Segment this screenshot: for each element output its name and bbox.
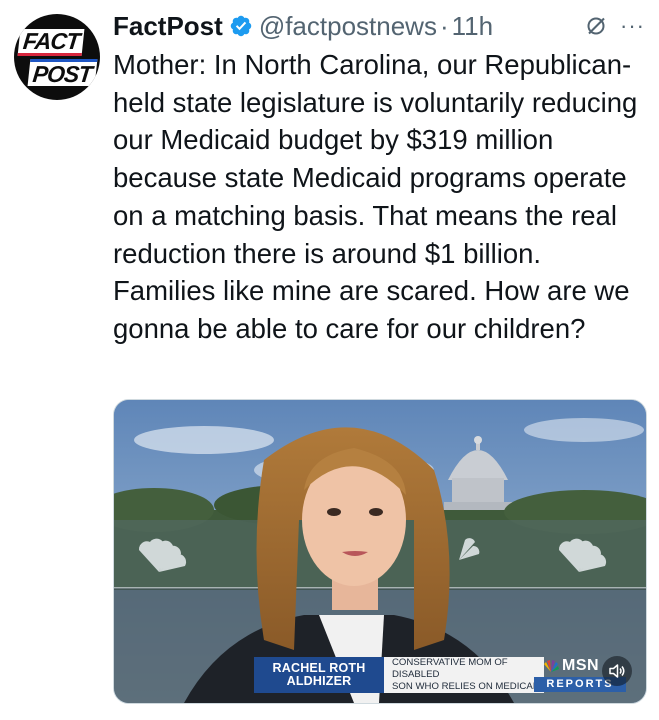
factpost-logo: FACT POST — [14, 14, 100, 100]
tweet-text: Mother: In North Carolina, our Republica… — [113, 49, 638, 344]
tweet-timestamp[interactable]: 11h — [452, 11, 493, 42]
grok-icon[interactable] — [584, 14, 608, 38]
sound-icon — [609, 664, 625, 678]
guest-desc-line1: CONSERVATIVE MOM OF DISABLED — [392, 657, 508, 680]
guest-description: CONSERVATIVE MOM OF DISABLED SON WHO REL… — [384, 657, 544, 693]
separator-dot: · — [439, 10, 449, 41]
guest-desc-line2: SON WHO RELIES ON MEDICAID — [392, 681, 543, 692]
verified-badge-icon — [230, 15, 252, 37]
peacock-icon — [544, 660, 559, 672]
more-icon[interactable]: ··· — [620, 13, 645, 39]
avatar[interactable]: FACT POST — [14, 14, 100, 100]
logo-word-fact: FACT — [17, 28, 85, 56]
network-name: MSN — [562, 657, 600, 674]
video-player[interactable]: RACHEL ROTH ALDHIZER CONSERVATIVE MOM OF… — [113, 399, 647, 704]
lower-third: RACHEL ROTH ALDHIZER CONSERVATIVE MOM OF… — [254, 657, 544, 693]
guest-name-line2: ALDHIZER — [286, 674, 352, 688]
guest-name: RACHEL ROTH ALDHIZER — [254, 657, 384, 693]
logo-word-post: POST — [27, 58, 97, 87]
sound-button[interactable] — [602, 656, 632, 686]
account-handle[interactable]: @factpostnews — [259, 11, 437, 42]
tweet-header: FactPost @factpostnews · 11h ··· — [113, 8, 645, 44]
account-name[interactable]: FactPost — [113, 11, 223, 42]
